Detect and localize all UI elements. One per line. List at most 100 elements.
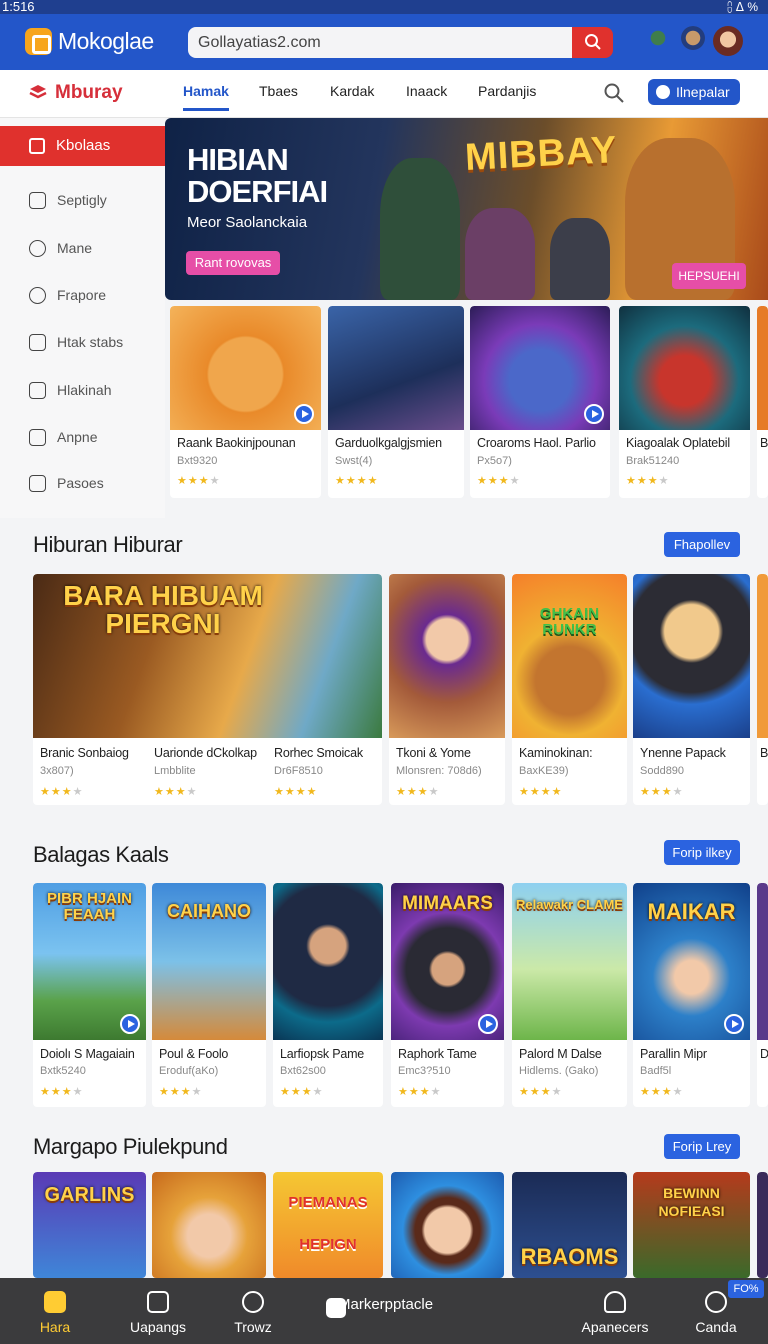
rating-stars: ★★★★ — [640, 786, 684, 798]
game-card[interactable] — [391, 1172, 504, 1278]
status-icons: ⩉ ᐃ % — [727, 0, 758, 14]
game-thumbnail — [757, 306, 768, 430]
section-more-button[interactable]: Forip Lrey — [664, 1134, 740, 1159]
hero-game-logo: MIBBAY — [463, 129, 619, 179]
search-button[interactable] — [572, 27, 613, 58]
character-icon-2[interactable] — [678, 26, 708, 56]
game-title: B — [760, 436, 768, 450]
sidebar-item-7[interactable]: Pasoes — [0, 468, 165, 498]
tab-2[interactable]: Tbaes — [259, 83, 298, 99]
status-time: 1:516 — [2, 0, 35, 14]
rating-stars: ★★★★ — [398, 1086, 442, 1098]
tab-5[interactable]: Pardanjis — [478, 83, 536, 99]
game-meta: Eroduf(aKo) — [159, 1065, 219, 1077]
game-card[interactable]: B — [757, 306, 768, 498]
game-thumbnail — [273, 883, 383, 1040]
url-input[interactable]: Gollayatias2.com — [188, 27, 572, 58]
game-title: Poul & Foolo — [159, 1047, 229, 1061]
bottom-nav-label: Uapangs — [129, 1319, 187, 1335]
game-title: Raank Baokinjpounan — [177, 436, 296, 450]
hero-title: HIBIAN DOERFIAI — [187, 142, 328, 209]
hero-banner[interactable]: HIBIAN DOERFIAI Meor Saolanckaia Rant ro… — [165, 118, 768, 300]
play-icon[interactable] — [294, 404, 314, 424]
rating-stars: ★★★★ — [626, 475, 670, 487]
hero-badge[interactable]: HEPSUEHI — [672, 263, 746, 289]
bottom-nav-5[interactable]: Apanecers — [575, 1278, 655, 1344]
play-icon[interactable] — [584, 404, 604, 424]
bottom-nav-2[interactable]: Uapangs — [118, 1278, 198, 1344]
clock-icon — [242, 1291, 264, 1313]
game-cover-title: PIEMANAS HEPIGN — [288, 1194, 368, 1253]
game-card[interactable]: PIBR HJAIN FEAAH Doiolı S Magaiain Bxtk5… — [33, 883, 146, 1107]
play-icon[interactable] — [478, 1014, 498, 1034]
search-icon[interactable] — [603, 82, 625, 104]
play-icon[interactable] — [724, 1014, 744, 1034]
hero-button[interactable]: Rant rovovas — [186, 251, 280, 275]
game-card[interactable] — [757, 1172, 768, 1278]
game-meta: Hidlems. (Gako) — [519, 1065, 599, 1077]
section-more-button[interactable]: Forip ilkey — [664, 840, 740, 865]
section-title: Hiburan Hiburar — [33, 532, 183, 557]
game-title: Tkoni & Yome — [396, 746, 471, 760]
game-cover-title: MIMAARS — [402, 893, 493, 914]
featured-game-card[interactable]: BARA HIBUAM PIERGNI Branic Sonbaiog 3x80… — [33, 574, 382, 805]
game-title: Larfiopsk Pame — [280, 1047, 365, 1061]
sidebar-item-2[interactable]: Mane — [0, 233, 165, 263]
sidebar-item-4[interactable]: Htak stabs — [0, 327, 165, 357]
game-card[interactable]: BEWINN NOFIEASI — [633, 1172, 750, 1278]
grid-icon — [29, 475, 46, 492]
game-thumbnail — [152, 1172, 266, 1278]
share-icon — [29, 429, 46, 446]
sidebar-item-active[interactable]: Kbolaas — [0, 126, 165, 166]
rating-stars: ★★★★ — [519, 786, 563, 798]
game-title: Garduolkgalgjsmien — [335, 436, 442, 450]
game-card[interactable]: GHKAIN RUNKR Kaminokinan: BaxKE39) ★★★★ — [512, 574, 627, 805]
sidebar-item-3[interactable]: Frapore — [0, 280, 165, 310]
game-title: Palord M Dalse — [519, 1047, 602, 1061]
nav-action-button[interactable]: Ilnepalar — [648, 79, 740, 105]
game-card[interactable]: RBAOMS — [512, 1172, 627, 1278]
game-card[interactable] — [152, 1172, 266, 1278]
brand[interactable]: Mburay — [28, 82, 123, 104]
game-meta: Sodd890 — [640, 765, 685, 777]
game-card[interactable]: MIMAARS Raphork Tame Emc3?510 ★★★★ — [391, 883, 504, 1107]
game-card[interactable]: Relawakr CLAME Palord M Dalse Hidlems. (… — [512, 883, 627, 1107]
game-card[interactable]: B — [757, 574, 768, 805]
hero-subtitle: Meor Saolanckaia — [187, 214, 308, 231]
bottom-nav-4[interactable]: Markerpptacle — [312, 1278, 462, 1344]
game-card[interactable]: PIEMANAS HEPIGN — [273, 1172, 383, 1278]
tab-4[interactable]: Inaack — [406, 83, 447, 99]
sidebar-item-1[interactable]: Septigly — [0, 185, 165, 215]
status-bar: 1:516 ⩉ ᐃ % — [0, 0, 768, 14]
game-card[interactable]: D — [757, 883, 768, 1107]
sidebar-item-label: Kbolaas — [56, 137, 111, 154]
game-card[interactable]: GARLINS — [33, 1172, 146, 1278]
game-card[interactable]: MAIKAR Parallin Mipr Badf5l ★★★★ — [633, 883, 750, 1107]
game-cover-title: BARA HIBUAM PIERGNI — [63, 580, 263, 639]
game-card[interactable]: Raank Baokinjpounan Bxt9320 ★★★★ — [170, 306, 321, 498]
game-card[interactable]: Garduolkgalgjsmien Swst(4) ★★★★ — [328, 306, 464, 498]
bottom-nav-home[interactable]: Hara — [20, 1278, 90, 1344]
sidebar-item-label: Anpne — [57, 429, 98, 445]
sidebar-item-5[interactable]: Hlakinah — [0, 375, 165, 405]
game-card[interactable]: Croaroms Haol. Parlio Px5o7) ★★★★ — [470, 306, 610, 498]
bottom-nav-3[interactable]: Trowz — [218, 1278, 288, 1344]
character-icon-1[interactable] — [643, 26, 673, 56]
play-icon[interactable] — [120, 1014, 140, 1034]
sidebar-item-6[interactable]: Anpne — [0, 422, 165, 452]
game-card[interactable]: Larfiopsk Pame Bxt62s00 ★★★★ — [273, 883, 383, 1107]
avatar[interactable] — [713, 26, 743, 56]
section-more-button[interactable]: Fhapollev — [664, 532, 740, 557]
game-card[interactable]: CAIHANO Poul & Foolo Eroduf(aKo) ★★★★ — [152, 883, 266, 1107]
game-card[interactable]: Tkoni & Yome Mlonsren: 708d6) ★★★★ — [389, 574, 505, 805]
game-meta: Dr6F8510 — [274, 765, 323, 777]
brand-logo-icon — [29, 85, 47, 99]
tab-home[interactable]: Hamak — [183, 83, 229, 111]
tab-3[interactable]: Kardak — [330, 83, 374, 99]
rating-stars: ★★★★ — [477, 475, 521, 487]
game-card[interactable]: Kiagoalak Oplatebil Brak51240 ★★★★ — [619, 306, 750, 498]
search-icon — [705, 1291, 727, 1313]
game-card[interactable]: Ynenne Papack Sodd890 ★★★★ — [633, 574, 750, 805]
game-title: Uarionde dCkolkap — [154, 746, 257, 760]
game-title: Rorhec Smoicak — [274, 746, 363, 760]
